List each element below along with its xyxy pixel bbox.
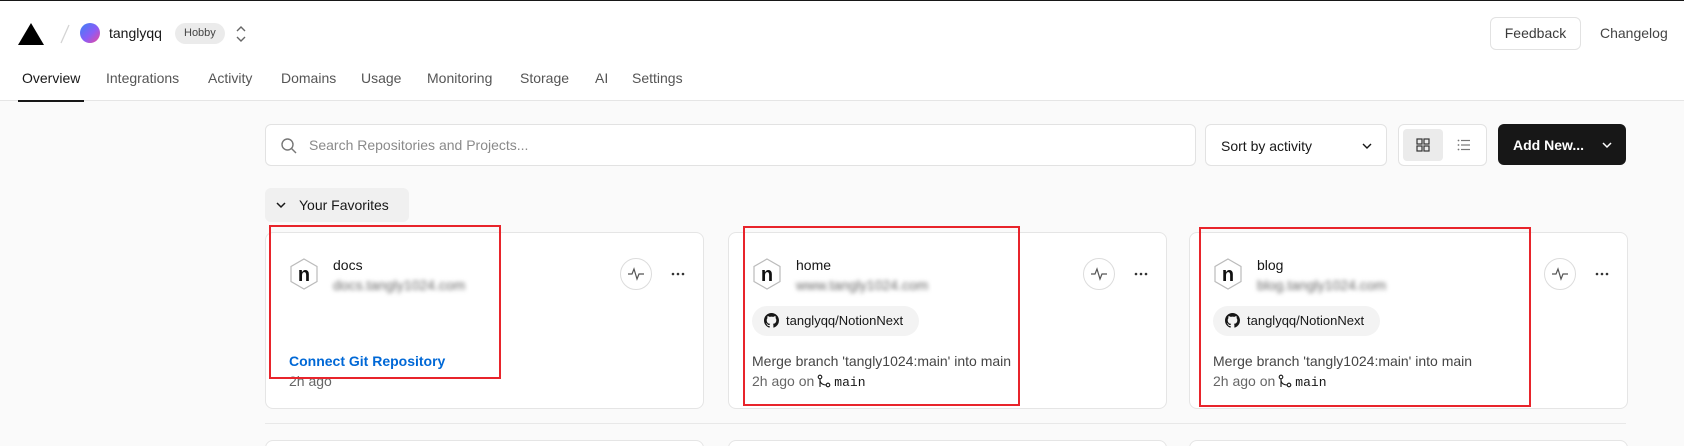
team-avatar[interactable] <box>80 23 100 43</box>
tab-settings[interactable]: Settings <box>632 70 683 102</box>
tab-domains[interactable]: Domains <box>281 70 336 102</box>
branch-name[interactable]: main <box>1295 375 1326 390</box>
search-icon <box>281 138 297 154</box>
commit-message: Merge branch 'tangly1024:main' into main <box>752 353 1012 369</box>
project-domain[interactable]: docs.tangly1024.com <box>333 277 465 294</box>
project-card-home[interactable]: n home www.tangly1024.com tanglyqq/Notio… <box>728 232 1167 409</box>
sort-dropdown[interactable]: Sort by activity <box>1205 124 1387 166</box>
git-repo-link[interactable]: tanglyqq/NotionNext <box>752 306 920 336</box>
connect-git-repository-link[interactable]: Connect Git Repository <box>289 353 445 370</box>
tab-monitoring[interactable]: Monitoring <box>427 70 492 102</box>
project-name[interactable]: docs <box>333 257 363 274</box>
chevron-down-icon <box>1362 143 1372 149</box>
github-icon <box>1225 313 1240 328</box>
project-card-partial[interactable] <box>1189 440 1628 446</box>
pulse-icon <box>1091 267 1107 281</box>
tab-ai[interactable]: AI <box>595 70 608 102</box>
tab-activity[interactable]: Activity <box>208 70 252 102</box>
search-box <box>265 124 1196 166</box>
more-options-icon[interactable] <box>1594 266 1610 282</box>
add-new-label: Add New... <box>1513 137 1585 153</box>
activity-button[interactable] <box>1544 258 1576 290</box>
git-branch-icon <box>817 374 831 388</box>
sort-label: Sort by activity <box>1221 138 1313 154</box>
svg-text:n: n <box>298 264 310 286</box>
add-new-button[interactable]: Add New... <box>1498 124 1626 165</box>
nextjs-project-icon: n <box>290 258 318 290</box>
project-card-docs[interactable]: n docs docs.tangly1024.com Connect Git R… <box>265 232 704 409</box>
project-updated-time: 2h ago <box>289 373 332 389</box>
vercel-logo-icon[interactable] <box>18 23 44 45</box>
git-repo-link[interactable]: tanglyqq/NotionNext <box>1213 306 1381 336</box>
github-icon <box>764 313 779 328</box>
grid-view-button[interactable] <box>1403 129 1443 161</box>
deploy-meta: 2h ago on main <box>752 373 866 391</box>
activity-button[interactable] <box>1083 258 1115 290</box>
list-view-button[interactable] <box>1444 129 1484 161</box>
more-options-icon[interactable] <box>670 266 686 282</box>
project-card-blog[interactable]: n blog blog.tangly1024.com tanglyqq/Noti… <box>1189 232 1628 409</box>
pulse-icon <box>1552 267 1568 281</box>
svg-text:n: n <box>1222 264 1234 286</box>
view-toggle <box>1398 124 1487 166</box>
more-options-icon[interactable] <box>1133 266 1149 282</box>
search-input[interactable] <box>309 125 1169 165</box>
project-card-partial[interactable] <box>265 440 704 446</box>
tab-overview[interactable]: Overview <box>17 70 85 102</box>
project-updated-time: 2h ago on <box>1213 373 1276 389</box>
activity-button[interactable] <box>620 258 652 290</box>
branch-name[interactable]: main <box>834 375 865 390</box>
tab-integrations[interactable]: Integrations <box>106 70 179 102</box>
team-name[interactable]: tanglyqq <box>109 25 162 42</box>
favorites-label: Your Favorites <box>299 197 389 213</box>
changelog-link[interactable]: Changelog <box>1600 25 1668 42</box>
chevron-down-icon <box>276 202 286 209</box>
nextjs-project-icon: n <box>1214 258 1242 290</box>
chevron-up-down-icon[interactable] <box>235 25 247 43</box>
project-card-partial[interactable] <box>728 440 1167 446</box>
deploy-meta: 2h ago on main <box>1213 373 1327 391</box>
project-domain[interactable]: www.tangly1024.com <box>796 277 928 294</box>
feedback-button[interactable]: Feedback <box>1490 17 1581 50</box>
project-updated-time: 2h ago on <box>752 373 815 389</box>
breadcrumb-separator-icon <box>60 24 70 44</box>
list-icon <box>1457 139 1470 151</box>
pulse-icon <box>628 267 644 281</box>
project-domain[interactable]: blog.tangly1024.com <box>1257 277 1386 294</box>
commit-message: Merge branch 'tangly1024:main' into main <box>1213 353 1473 369</box>
chevron-down-icon <box>1602 142 1612 149</box>
project-name[interactable]: blog <box>1257 257 1283 274</box>
section-divider <box>265 423 1626 424</box>
plan-badge: Hobby <box>175 23 225 44</box>
git-repo-name: tanglyqq/NotionNext <box>1247 313 1365 328</box>
favorites-toggle[interactable]: Your Favorites <box>265 188 409 222</box>
git-repo-name: tanglyqq/NotionNext <box>786 313 904 328</box>
top-header: tanglyqq Hobby Feedback Changelog Overvi… <box>0 1 1684 102</box>
tab-usage[interactable]: Usage <box>361 70 401 102</box>
project-name[interactable]: home <box>796 257 831 274</box>
git-branch-icon <box>1278 374 1292 388</box>
grid-icon <box>1416 138 1430 152</box>
nextjs-project-icon: n <box>753 258 781 290</box>
tab-storage[interactable]: Storage <box>520 70 569 102</box>
svg-text:n: n <box>761 264 773 286</box>
